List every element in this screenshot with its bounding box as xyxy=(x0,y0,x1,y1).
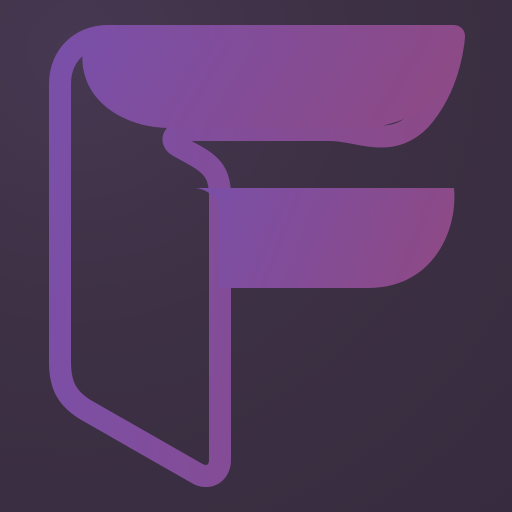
f-middle-bar xyxy=(196,188,455,288)
app-icon xyxy=(0,0,512,512)
f-top-bar xyxy=(82,36,455,128)
letter-f-logo-icon xyxy=(49,25,465,487)
